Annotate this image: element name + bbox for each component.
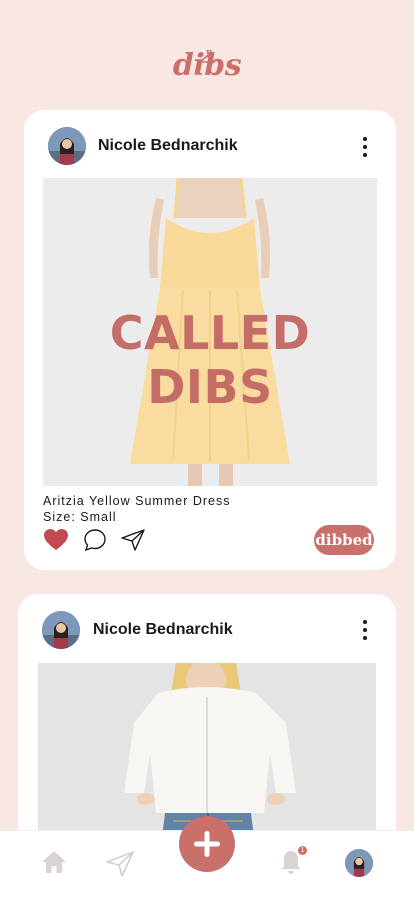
plus-icon (194, 831, 220, 857)
send-icon[interactable] (120, 528, 146, 552)
send-icon[interactable] (105, 850, 135, 878)
post-header: Nicole Bednarchik (18, 594, 396, 664)
avatar-image (345, 849, 373, 877)
post-photo[interactable]: CALLED DIBS (43, 178, 377, 486)
kebab-menu-icon[interactable] (358, 620, 372, 640)
bell-icon[interactable]: 1 (279, 846, 307, 876)
username[interactable]: Nicole Bednarchik (93, 621, 233, 639)
app-logo: dibs (172, 48, 242, 83)
avatar[interactable] (48, 127, 86, 165)
avatar[interactable] (42, 611, 80, 649)
avatar-image (42, 611, 80, 649)
heart-icon[interactable] (43, 528, 69, 552)
post-header: Nicole Bednarchik (24, 110, 396, 180)
home-icon[interactable] (40, 849, 68, 875)
post-card: Nicole Bednarchik CALLED DIBS Aritzia Ye… (24, 110, 396, 570)
username[interactable]: Nicole Bednarchik (98, 137, 238, 155)
add-post-button[interactable] (179, 816, 235, 872)
item-size: Size: Small (43, 510, 117, 524)
avatar-image (48, 127, 86, 165)
comment-icon[interactable] (83, 528, 107, 552)
profile-avatar[interactable] (345, 849, 373, 877)
kebab-menu-icon[interactable] (358, 137, 372, 157)
dibbed-button[interactable]: dibbed (314, 525, 374, 555)
called-dibs-overlay: CALLED DIBS (109, 306, 311, 414)
item-title: Aritzia Yellow Summer Dress (43, 494, 231, 508)
notification-badge: 1 (298, 846, 307, 855)
